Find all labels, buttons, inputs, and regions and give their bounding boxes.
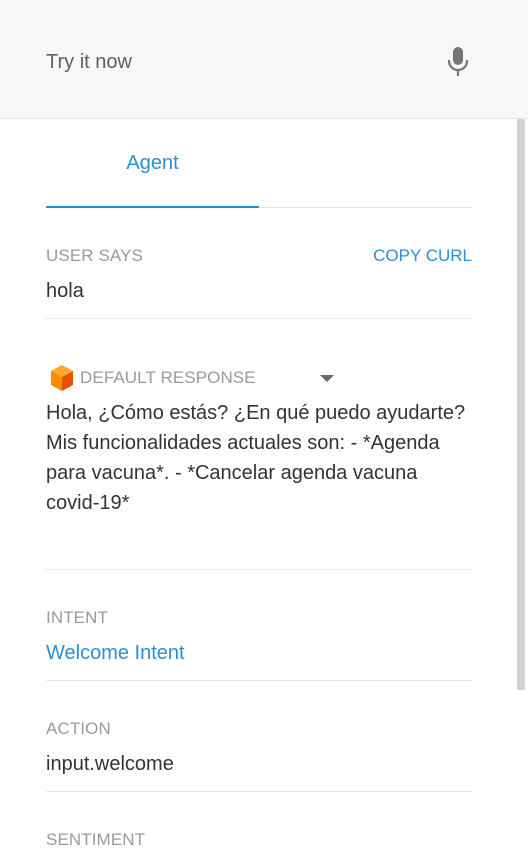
intent-section: INTENT Welcome Intent <box>46 570 472 681</box>
user-says-value: hola <box>46 280 84 302</box>
scrollbar[interactable] <box>517 119 525 690</box>
orange-cube-icon <box>50 364 74 392</box>
try-it-bar <box>0 0 528 119</box>
tab-agent-label: Agent <box>126 151 179 174</box>
action-label: ACTION <box>46 719 111 738</box>
sentiment-section: SENTIMENT <box>46 792 472 863</box>
default-response-text: Hola, ¿Cómo estás? ¿En qué puedo ayudart… <box>46 402 466 514</box>
intent-link[interactable]: Welcome Intent <box>46 642 185 665</box>
try-it-input[interactable] <box>46 48 426 76</box>
sentiment-label: SENTIMENT <box>46 830 146 849</box>
results-panel: Agent USER SAYS COPY CURL hola DEFAULT R… <box>46 119 472 863</box>
user-says-label: USER SAYS <box>46 246 143 265</box>
tab-agent[interactable]: Agent <box>46 119 259 208</box>
intent-label: INTENT <box>46 608 108 627</box>
default-response-dropdown[interactable]: DEFAULT RESPONSE <box>50 364 340 392</box>
default-response-section: DEFAULT RESPONSE Hola, ¿Cómo estás? ¿En … <box>46 319 472 570</box>
tab-bar: Agent <box>46 119 472 208</box>
user-says-section: USER SAYS COPY CURL hola <box>46 208 472 319</box>
default-response-label: DEFAULT RESPONSE <box>80 368 256 387</box>
console-panel: Agent USER SAYS COPY CURL hola DEFAULT R… <box>0 0 528 863</box>
chevron-down-icon <box>320 375 334 382</box>
microphone-icon[interactable] <box>444 45 472 77</box>
action-section: ACTION input.welcome <box>46 681 472 792</box>
copy-curl-link[interactable]: COPY CURL <box>373 246 472 266</box>
action-value: input.welcome <box>46 753 174 775</box>
